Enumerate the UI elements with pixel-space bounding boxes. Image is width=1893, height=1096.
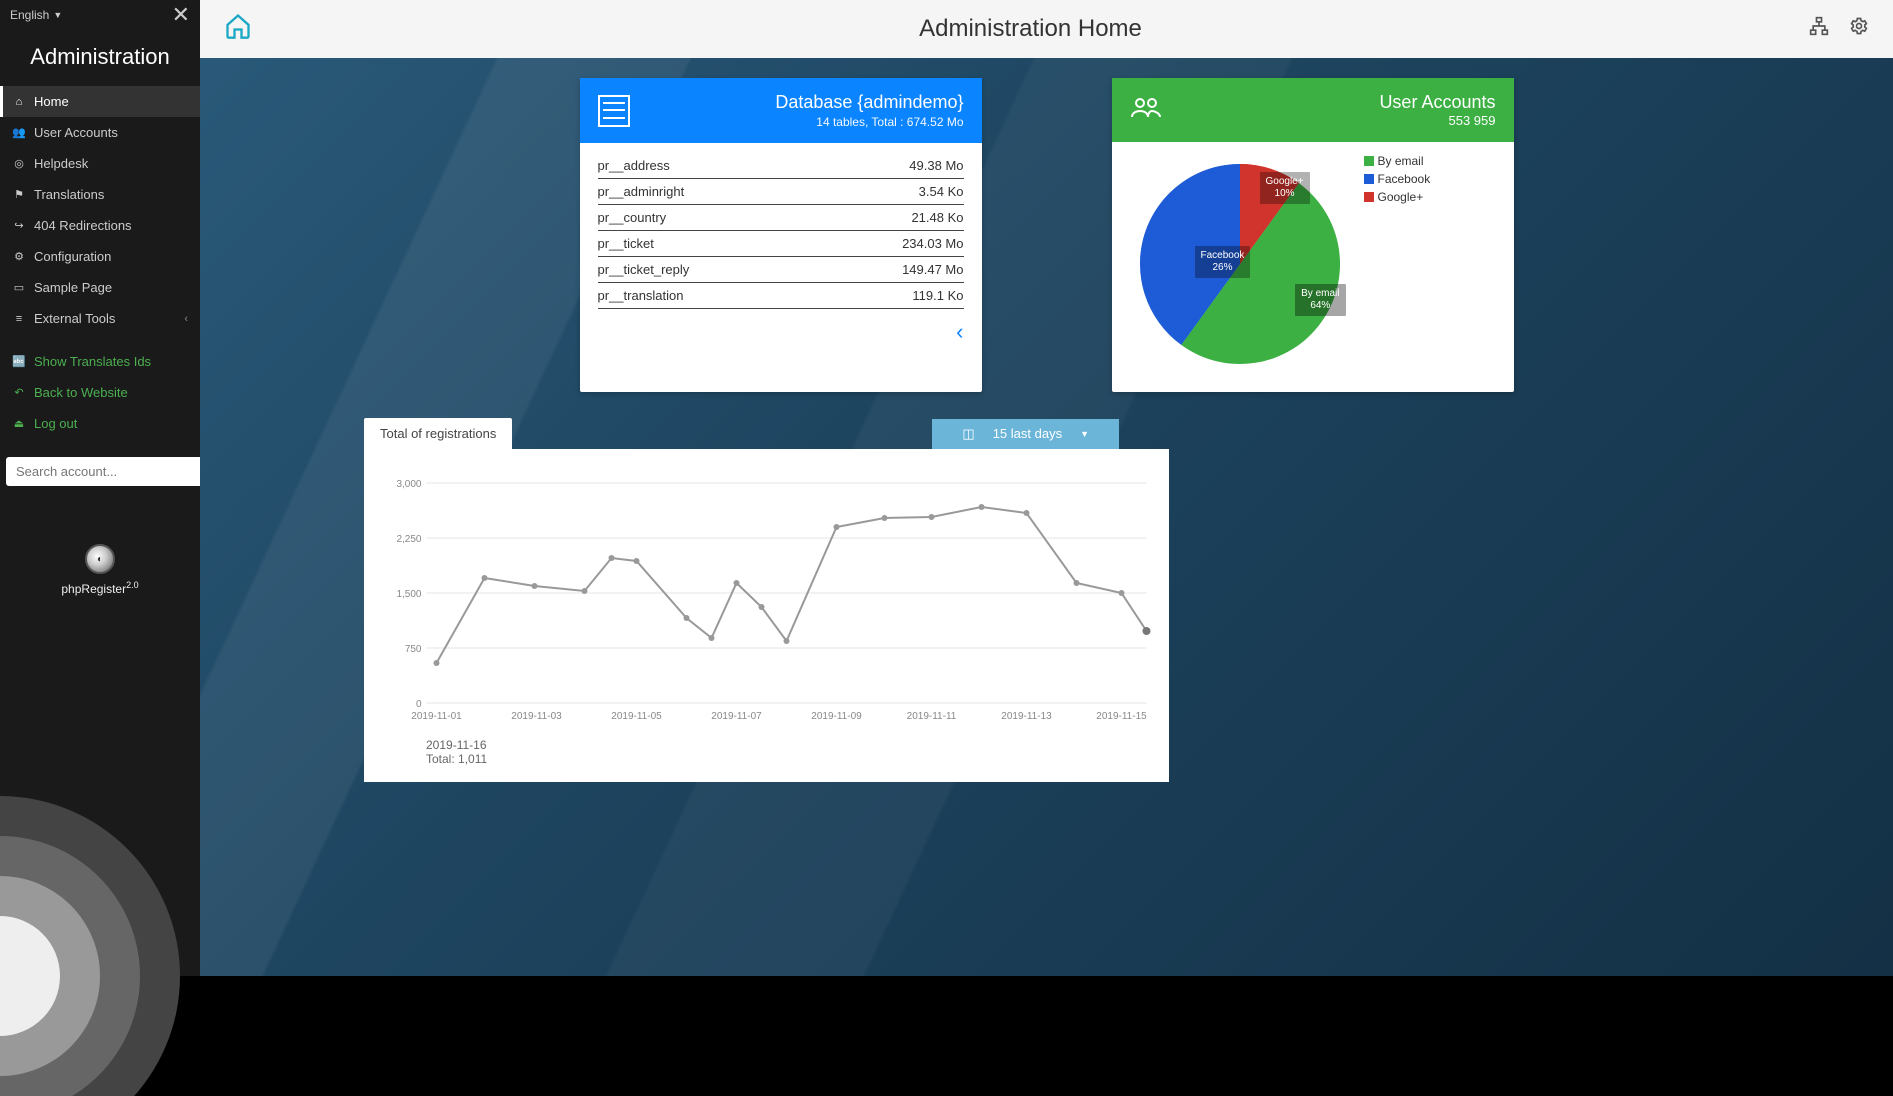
back-icon: ↶ (12, 386, 26, 400)
caret-down-icon: ▼ (1080, 429, 1089, 439)
nav-configuration[interactable]: ⚙Configuration (0, 241, 200, 272)
chart-icon: ◫ (962, 426, 974, 442)
chart-tab[interactable]: Total of registrations (364, 418, 512, 449)
table-row: pr__ticket234.03 Mo (598, 231, 964, 257)
svg-text:2019-11-11: 2019-11-11 (907, 711, 957, 722)
ua-count: 553 959 (1162, 113, 1496, 128)
home-icon: ⌂ (12, 95, 26, 109)
svg-text:2019-11-09: 2019-11-09 (811, 711, 862, 722)
flag-icon: ⚑ (12, 188, 26, 202)
users-icon: 👥 (12, 126, 26, 140)
nav-helpdesk[interactable]: ◎Helpdesk (0, 148, 200, 179)
translate-icon: 🔤 (12, 355, 26, 369)
gear-icon: ⚙ (12, 250, 26, 264)
db-table-list: pr__address49.38 Mo pr__adminright3.54 K… (580, 143, 982, 315)
svg-text:2019-11-05: 2019-11-05 (611, 711, 662, 722)
logout-icon: ⏏ (12, 417, 26, 431)
users-icon (1130, 95, 1162, 126)
nav-actions: 🔤Show Translates Ids ↶Back to Website ⏏L… (0, 346, 200, 439)
lifebuoy-icon: ◎ (12, 157, 26, 171)
logo-icon: ◐ (85, 544, 115, 574)
svg-text:3,000: 3,000 (396, 479, 421, 490)
ua-title: User Accounts (1162, 92, 1496, 113)
db-subtitle: 14 tables, Total : 674.52 Mo (630, 115, 964, 129)
search-input[interactable] (6, 457, 202, 486)
settings-icon[interactable] (1849, 16, 1869, 42)
close-icon[interactable]: ✕ (172, 2, 190, 28)
action-logout[interactable]: ⏏Log out (0, 408, 200, 439)
chart-tooltip: 2019-11-16 Total: 1,011 (426, 732, 1157, 772)
sidebar-title: Administration (0, 30, 200, 86)
action-show-translates[interactable]: 🔤Show Translates Ids (0, 346, 200, 377)
nav-404[interactable]: ↪404 Redirections (0, 210, 200, 241)
nav-sample-page[interactable]: ▭Sample Page (0, 272, 200, 303)
language-select[interactable]: English ▼ (10, 8, 62, 22)
page-icon: ▭ (12, 281, 26, 295)
pie-label-facebook: Facebook26% (1195, 246, 1251, 278)
db-prev-icon[interactable]: ‹ (956, 319, 963, 344)
nav-home[interactable]: ⌂Home (0, 86, 200, 117)
logo: ◐ phpRegister2.0 (0, 544, 200, 596)
table-row: pr__address49.38 Mo (598, 153, 964, 179)
nav-menu: ⌂Home 👥User Accounts ◎Helpdesk ⚑Translat… (0, 86, 200, 334)
chevron-left-icon: ‹ (184, 313, 188, 325)
svg-text:0: 0 (416, 699, 422, 710)
database-icon (598, 95, 630, 127)
page-title: Administration Home (252, 15, 1809, 43)
action-back-website[interactable]: ↶Back to Website (0, 377, 200, 408)
caret-down-icon: ▼ (53, 10, 62, 20)
home-button[interactable] (224, 12, 252, 47)
pie-chart: Google+10% Facebook26% By email64% (1130, 154, 1350, 374)
user-accounts-card: User Accounts 553 959 (1112, 78, 1514, 392)
range-dropdown[interactable]: ◫ 15 last days ▼ (932, 419, 1119, 449)
sitemap-icon[interactable] (1809, 16, 1829, 42)
svg-text:2019-11-03: 2019-11-03 (511, 711, 562, 722)
tools-icon: ≡ (12, 312, 26, 326)
table-row: pr__country21.48 Ko (598, 205, 964, 231)
svg-text:2019-11-13: 2019-11-13 (1001, 711, 1052, 722)
topbar: Administration Home (200, 0, 1893, 58)
pie-label-email: By email64% (1295, 284, 1345, 316)
svg-text:2019-11-07: 2019-11-07 (711, 711, 762, 722)
database-card: Database {admindemo} 14 tables, Total : … (580, 78, 982, 392)
svg-text:2019-11-15: 2019-11-15 (1096, 711, 1147, 722)
sidebar: English ▼ ✕ Administration ⌂Home 👥User A… (0, 0, 200, 976)
svg-text:2,250: 2,250 (396, 534, 421, 545)
pie-label-google: Google+10% (1260, 172, 1310, 204)
nav-external-tools[interactable]: ≡External Tools‹ (0, 303, 200, 334)
main: Administration Home Database {admindemo}… (200, 0, 1893, 976)
table-row: pr__ticket_reply149.47 Mo (598, 257, 964, 283)
redirect-icon: ↪ (12, 219, 26, 233)
db-title: Database {admindemo} (630, 92, 964, 113)
line-chart-svg: 3,000 2,250 1,500 750 0 2019-11-01 2019-… (376, 463, 1157, 723)
registrations-chart: Total of registrations ◫ 15 last days ▼ (364, 418, 1169, 782)
nav-user-accounts[interactable]: 👥User Accounts (0, 117, 200, 148)
svg-text:1,500: 1,500 (396, 589, 421, 600)
table-row: pr__adminright3.54 Ko (598, 179, 964, 205)
svg-text:750: 750 (405, 644, 422, 655)
svg-text:2019-11-01: 2019-11-01 (411, 711, 462, 722)
table-row: pr__translation119.1 Ko (598, 283, 964, 309)
nav-translations[interactable]: ⚑Translations (0, 179, 200, 210)
pie-legend: By email Facebook Google+ (1364, 154, 1431, 208)
